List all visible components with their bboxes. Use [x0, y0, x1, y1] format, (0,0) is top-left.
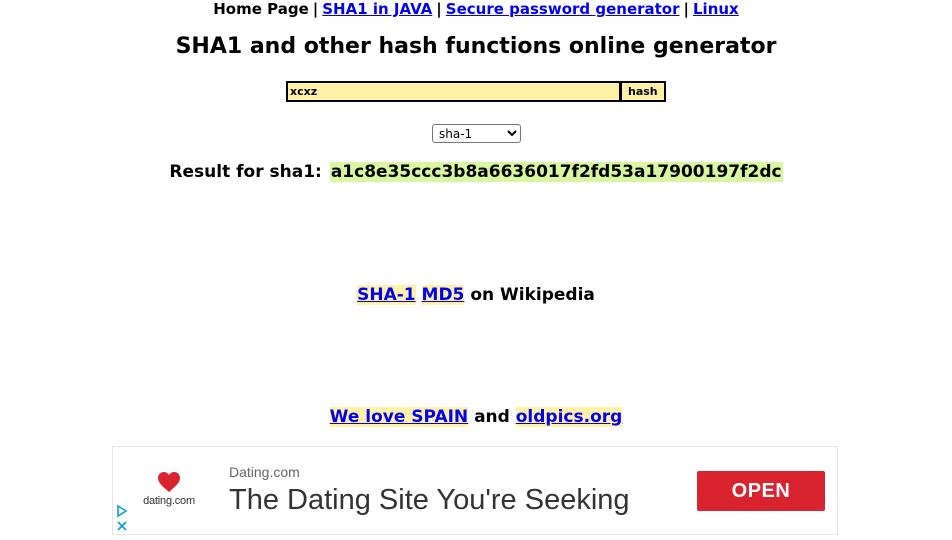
algorithm-select[interactable]: sha-1: [432, 124, 521, 143]
nav-separator: |: [312, 0, 319, 18]
heart-icon: [158, 472, 180, 492]
ad-open-button[interactable]: OPEN: [697, 471, 825, 511]
hash-button[interactable]: hash: [620, 81, 666, 102]
wiki-link-sha1[interactable]: SHA-1: [357, 285, 416, 305]
promo-and-text: and: [474, 407, 510, 427]
promo-link-spain[interactable]: We love SPAIN: [329, 407, 469, 427]
result-hash-value: a1c8e35ccc3b8a6636017f2fd53a17900197f2dc: [329, 162, 783, 182]
page: Home Page | SHA1 in JAVA | Secure password g…: [0, 0, 952, 540]
nav-link-linux[interactable]: Linux: [693, 0, 739, 18]
nav-home-label: Home Page: [213, 0, 309, 18]
promo-links: We love SPAIN and oldpics.org: [0, 406, 952, 428]
close-icon: [117, 521, 127, 531]
ad-logo-text: dating.com: [143, 495, 195, 507]
nav-separator: |: [683, 0, 689, 18]
result-line: Result for sha1: a1c8e35ccc3b8a6636017f2f…: [0, 160, 952, 184]
hash-form: hash: [286, 81, 666, 102]
advertisement-banner[interactable]: dating.com Dating.com The Dating Site Yo…: [112, 446, 838, 535]
hash-text-input[interactable]: [286, 81, 620, 102]
ad-choices-icons[interactable]: [115, 504, 129, 534]
top-navigation: Home Page | SHA1 in JAVA | Secure password g…: [0, 0, 952, 18]
ad-choices[interactable]: [115, 504, 129, 534]
promo-link-oldpics[interactable]: oldpics.org: [515, 407, 623, 427]
ad-headline[interactable]: The Dating Site You're Seeking: [229, 484, 630, 517]
ad-site-name: Dating.com: [229, 464, 300, 480]
page-title: SHA1 and other hash functions online gen…: [175, 34, 777, 59]
result-label: Result for sha1:: [169, 162, 322, 182]
ad-logo[interactable]: dating.com: [131, 471, 207, 515]
nav-link-password-generator[interactable]: Secure password generator: [446, 0, 680, 18]
wiki-link-md5[interactable]: MD5: [421, 285, 465, 305]
wiki-suffix-text: on Wikipedia: [470, 285, 595, 305]
play-triangle-icon: [117, 504, 128, 518]
wikipedia-links: SHA-1 MD5 on Wikipedia: [0, 284, 952, 306]
nav-separator: |: [436, 0, 442, 18]
nav-link-sha1-java[interactable]: SHA1 in JAVA: [322, 0, 432, 18]
